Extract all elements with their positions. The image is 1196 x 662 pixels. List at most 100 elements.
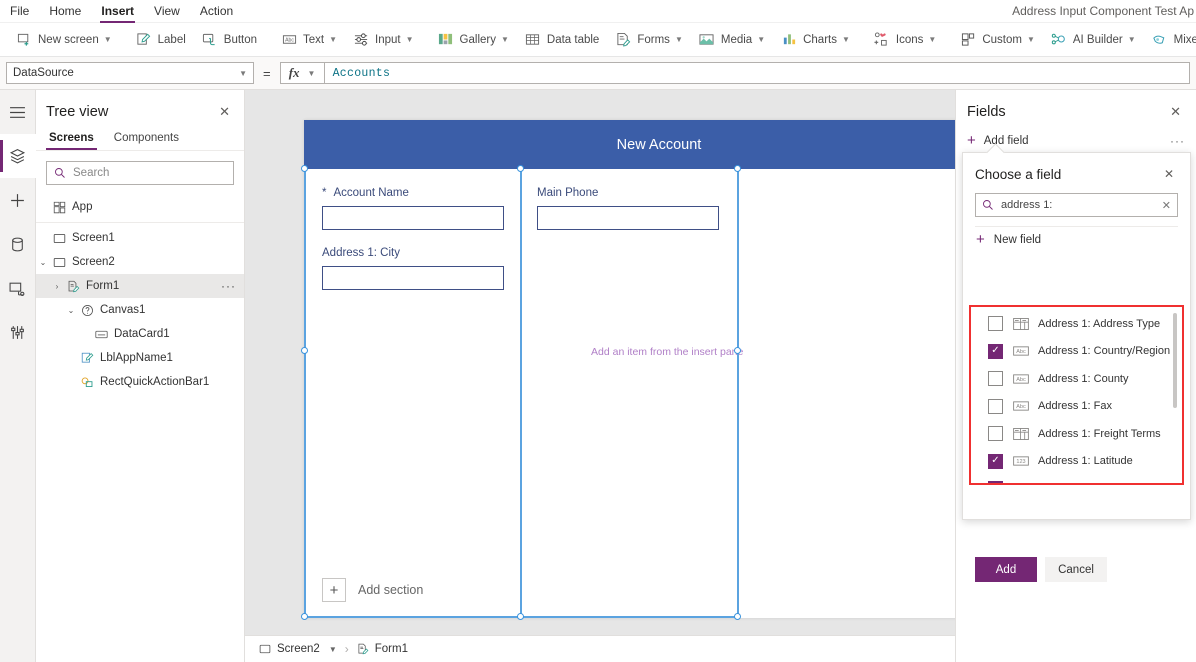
app-preview[interactable]: New Account * Account Name Main Phone Add…: [300, 120, 955, 620]
tree-item-lblappname1[interactable]: LblAppName1: [36, 346, 244, 370]
menu-item-view[interactable]: View: [144, 0, 190, 23]
hamburger-menu-icon[interactable]: [0, 90, 36, 134]
field-checkbox[interactable]: ✓: [988, 481, 1003, 483]
field-list[interactable]: Address 1: Address Type ✓ Abc Address 1:…: [971, 307, 1182, 483]
form-field-main-phone[interactable]: Main Phone: [537, 187, 719, 230]
ribbon-text-button[interactable]: Abc Text ▼: [273, 26, 345, 54]
tree-view-icon[interactable]: [0, 134, 36, 178]
tree-item-label: Canvas1: [100, 304, 146, 316]
field-checkbox[interactable]: ✓: [988, 453, 1003, 469]
tree-item-form1[interactable]: › Form1 ···: [36, 274, 244, 298]
form-field-account-name[interactable]: * Account Name: [322, 187, 504, 230]
close-icon[interactable]: ✕: [1166, 102, 1185, 122]
tree-item-datacard1[interactable]: DataCard1: [36, 322, 244, 346]
field-list-highlight: Address 1: Address Type ✓ Abc Address 1:…: [969, 305, 1184, 485]
app-header-bar[interactable]: New Account: [304, 120, 955, 169]
tab-components[interactable]: Components: [111, 128, 182, 150]
chevron-right-icon[interactable]: ›: [50, 282, 64, 291]
ribbon-ai-builder-button[interactable]: AI Builder ▼: [1043, 26, 1144, 54]
more-options-icon[interactable]: ···: [1170, 134, 1185, 148]
tree-item-rectquickactionbar1[interactable]: RectQuickActionBar1: [36, 370, 244, 394]
ribbon-gallery-button[interactable]: Gallery ▼: [430, 26, 517, 54]
form-field-input[interactable]: [537, 206, 719, 230]
ribbon-button-button[interactable]: Button: [194, 26, 265, 54]
field-row-fax[interactable]: Abc Address 1: Fax: [971, 393, 1182, 421]
form-field-address1-city[interactable]: Address 1: City: [322, 247, 504, 290]
field-checkbox[interactable]: [988, 398, 1003, 414]
ribbon-forms-button[interactable]: Forms ▼: [607, 26, 691, 54]
data-icon[interactable]: [0, 222, 36, 266]
menu-item-insert[interactable]: Insert: [91, 0, 144, 23]
ribbon-charts-button[interactable]: Charts ▼: [773, 26, 858, 54]
form-field-input[interactable]: [322, 206, 504, 230]
field-row-county[interactable]: Abc Address 1: County: [971, 365, 1182, 393]
breadcrumb-label: Form1: [374, 643, 408, 655]
field-row-longitude[interactable]: ✓ 123 Address 1: Longitude: [971, 475, 1182, 483]
selection-handle-bottom-right[interactable]: [733, 613, 741, 620]
field-checkbox[interactable]: [988, 426, 1003, 442]
field-row-freight-terms[interactable]: Address 1: Freight Terms: [971, 420, 1182, 448]
canvas-area[interactable]: New Account * Account Name Main Phone Add…: [245, 90, 955, 635]
formula-input[interactable]: Accounts: [323, 62, 1190, 84]
form-body[interactable]: * Account Name Main Phone Address 1: City…: [304, 169, 955, 618]
ribbon-label-button[interactable]: Label: [128, 26, 194, 54]
field-search-input[interactable]: address 1: ✕: [975, 193, 1178, 217]
tree-search-input[interactable]: Search: [46, 161, 234, 185]
selection-handle-bottom-mid[interactable]: [517, 613, 524, 620]
fx-button[interactable]: fx ▼: [279, 62, 324, 84]
insert-icon[interactable]: [0, 178, 36, 222]
add-button[interactable]: Add: [975, 557, 1037, 582]
chevron-down-icon[interactable]: ⌄: [36, 258, 50, 267]
selection-handle-top-left[interactable]: [300, 165, 308, 172]
selection-handle-top-right[interactable]: [733, 165, 741, 172]
menu-item-file[interactable]: File: [0, 0, 39, 23]
selection-handle-mid-right[interactable]: [733, 347, 741, 354]
ribbon-custom-button[interactable]: Custom ▼: [952, 26, 1043, 54]
ribbon-data-table-button[interactable]: Data table: [517, 26, 607, 54]
tree-item-screen1[interactable]: Screen1: [36, 226, 244, 250]
media-icon[interactable]: [0, 266, 36, 310]
number-type-icon: 123: [1012, 482, 1029, 483]
advanced-icon[interactable]: [0, 310, 36, 354]
field-row-latitude[interactable]: ✓ 123 Address 1: Latitude: [971, 448, 1182, 476]
menu-item-action[interactable]: Action: [190, 0, 243, 23]
text-type-icon: Abc: [1012, 345, 1029, 358]
field-row-country-region[interactable]: ✓ Abc Address 1: Country/Region: [971, 338, 1182, 366]
chevron-down-icon[interactable]: ⌄: [64, 306, 78, 315]
field-checkbox[interactable]: ✓: [988, 343, 1003, 359]
selection-handle-top-mid[interactable]: [517, 165, 524, 172]
close-icon[interactable]: ✕: [1160, 165, 1178, 183]
field-row-address-type[interactable]: Address 1: Address Type: [971, 310, 1182, 338]
add-section-button[interactable]: + Add section: [322, 578, 423, 602]
tree-item-app[interactable]: App: [36, 195, 244, 219]
ribbon-icons-button[interactable]: Icons ▼: [866, 26, 944, 54]
text-icon: Abc: [281, 32, 297, 48]
ribbon-new-screen-button[interactable]: New screen ▼: [8, 26, 120, 54]
selection-handle-mid-left[interactable]: [300, 347, 308, 354]
ribbon-input-button[interactable]: Input ▼: [345, 26, 422, 54]
clear-search-icon[interactable]: ✕: [1162, 199, 1171, 212]
breadcrumb-screen2[interactable]: Screen2 ▼: [259, 643, 337, 655]
close-icon[interactable]: ✕: [215, 102, 234, 122]
breadcrumb-form1[interactable]: Form1: [357, 643, 408, 655]
menu-item-home[interactable]: Home: [39, 0, 91, 23]
fields-panel-title: Fields: [967, 104, 1006, 120]
field-checkbox[interactable]: [988, 371, 1003, 387]
form-field-input[interactable]: [322, 266, 504, 290]
tree-item-canvas1[interactable]: ⌄ Canvas1: [36, 298, 244, 322]
selection-handle-bottom-left[interactable]: [300, 613, 308, 620]
tree-item-screen2[interactable]: ⌄ Screen2: [36, 250, 244, 274]
new-field-button[interactable]: + New field: [963, 227, 1190, 253]
cancel-button[interactable]: Cancel: [1045, 557, 1107, 582]
field-checkbox[interactable]: [988, 316, 1003, 332]
more-options-icon[interactable]: ···: [221, 279, 236, 293]
ribbon-label: Label: [157, 33, 186, 46]
choice-type-icon: [1012, 427, 1029, 440]
tab-screens[interactable]: Screens: [46, 128, 97, 150]
ribbon-media-button[interactable]: Media ▼: [691, 26, 773, 54]
ribbon-mixed-reality-button[interactable]: Mixed Reality ▼: [1144, 26, 1196, 54]
chevron-down-icon[interactable]: ▼: [329, 645, 337, 654]
property-selector[interactable]: DataSource ▼: [6, 62, 254, 84]
field-list-scrollbar[interactable]: [1173, 313, 1177, 408]
ribbon-label: Mixed Reality: [1173, 33, 1196, 46]
